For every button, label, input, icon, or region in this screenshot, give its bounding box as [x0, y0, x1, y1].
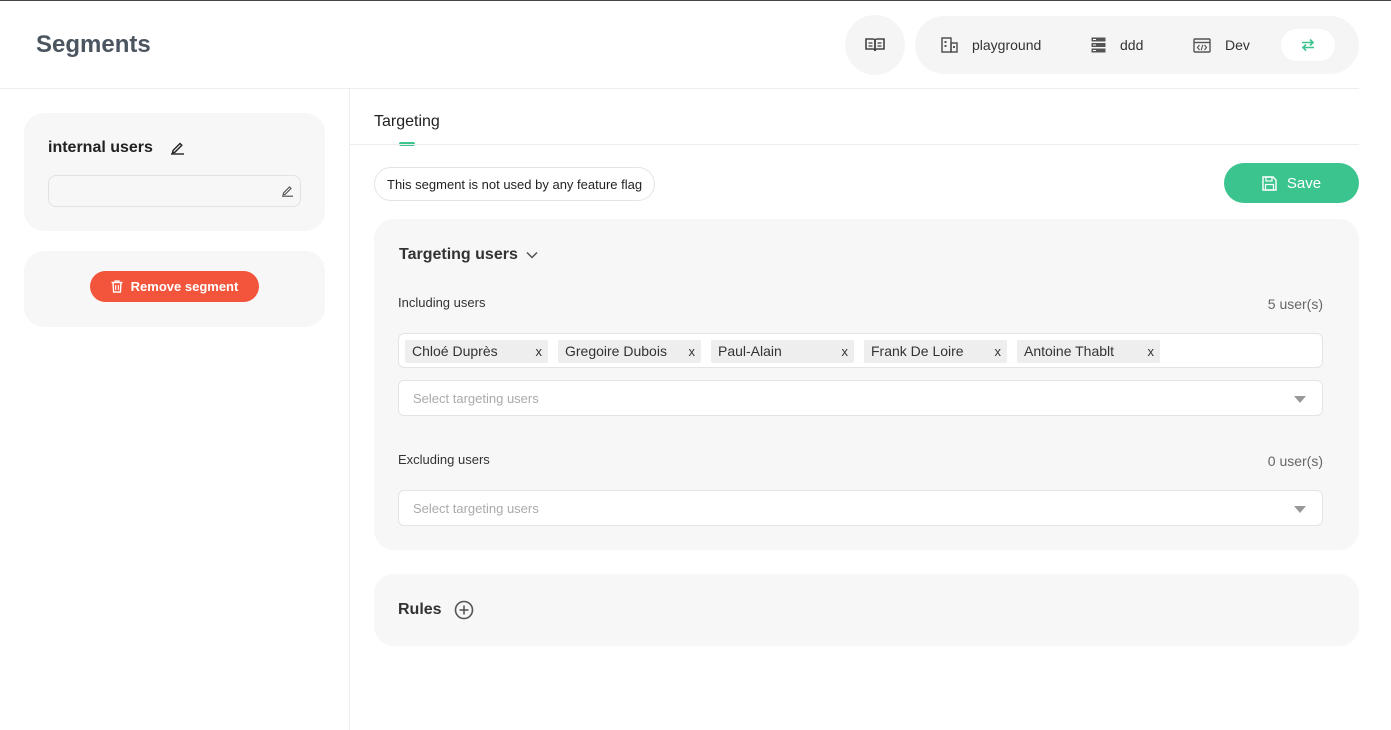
edit-description-button[interactable] — [281, 184, 294, 202]
book-open-icon — [865, 38, 885, 52]
context-selector: playground ddd Dev — [915, 16, 1359, 74]
environment-name: Dev — [1225, 37, 1250, 53]
tabs-divider — [350, 144, 1359, 145]
segment-usage-badge: This segment is not used by any feature … — [374, 167, 656, 201]
project-selector[interactable]: playground — [941, 16, 1041, 74]
remove-user-icon[interactable]: x — [536, 340, 543, 363]
server-icon — [1091, 37, 1106, 53]
excluding-users-label: Excluding users — [398, 452, 490, 467]
excluding-users-select[interactable]: Select targeting users — [398, 490, 1323, 526]
remove-user-icon[interactable]: x — [1148, 340, 1155, 363]
including-users-tags[interactable]: Chloé Duprès x Gregoire Dubois x Paul-Al… — [398, 333, 1323, 368]
user-tag: Paul-Alain x — [711, 340, 854, 363]
user-tag-label: Paul-Alain — [718, 343, 782, 359]
rules-title: Rules — [398, 601, 442, 618]
including-users-label: Including users — [398, 295, 486, 310]
plus-circle-icon — [454, 600, 474, 620]
environment-selector[interactable]: Dev — [1193, 16, 1250, 74]
user-tag-label: Antoine Thablt — [1024, 343, 1115, 359]
remove-segment-card: Remove segment — [24, 251, 325, 327]
swap-arrows-icon — [1301, 38, 1315, 52]
user-tag: Frank De Loire x — [864, 340, 1007, 363]
remove-user-icon[interactable]: x — [995, 340, 1002, 363]
select-placeholder: Select targeting users — [413, 501, 539, 516]
segment-name: internal users — [48, 139, 153, 156]
save-button[interactable]: Save — [1224, 163, 1359, 203]
targeting-users-title: Targeting users — [399, 246, 518, 263]
environment-group-name: ddd — [1120, 37, 1144, 53]
code-window-icon — [1193, 37, 1211, 53]
user-tag: Chloé Duprès x — [405, 340, 548, 363]
remove-segment-button[interactable]: Remove segment — [90, 271, 259, 302]
docs-button[interactable] — [845, 15, 905, 75]
remove-user-icon[interactable]: x — [842, 340, 849, 363]
user-tag: Gregoire Dubois x — [558, 340, 701, 363]
pencil-icon — [171, 142, 184, 155]
environment-group-selector[interactable]: ddd — [1091, 16, 1143, 74]
excluding-users-count: 0 user(s) — [1267, 453, 1323, 469]
page-title: Segments — [36, 31, 151, 58]
including-users-select[interactable]: Select targeting users — [398, 380, 1323, 416]
switch-context-button[interactable] — [1281, 29, 1335, 61]
tab-targeting[interactable]: Targeting — [374, 113, 440, 131]
caret-down-icon — [1294, 396, 1306, 403]
user-tag-label: Frank De Loire — [871, 343, 964, 359]
select-placeholder: Select targeting users — [413, 391, 539, 406]
including-users-count: 5 user(s) — [1267, 296, 1323, 312]
user-tag: Antoine Thablt x — [1017, 340, 1160, 363]
header-divider — [0, 88, 1359, 89]
sidebar-divider — [349, 89, 350, 730]
chevron-down-icon — [526, 251, 538, 259]
pencil-icon — [282, 186, 293, 197]
user-tag-label: Chloé Duprès — [412, 343, 498, 359]
top-header: Segments playground ddd Dev — [0, 1, 1391, 89]
segment-description-field[interactable] — [48, 175, 301, 207]
rules-card: Rules — [374, 574, 1359, 646]
segment-info-card: internal users — [24, 113, 325, 231]
caret-down-icon — [1294, 506, 1306, 513]
remove-user-icon[interactable]: x — [689, 340, 696, 363]
add-rule-button[interactable] — [454, 600, 474, 625]
trash-icon — [111, 280, 123, 293]
building-icon — [941, 37, 958, 53]
edit-segment-name-button[interactable] — [170, 140, 185, 160]
project-name: playground — [972, 37, 1042, 53]
user-tag-label: Gregoire Dubois — [565, 343, 667, 359]
targeting-users-toggle[interactable]: Targeting users — [399, 246, 538, 264]
floppy-disk-icon — [1262, 175, 1277, 191]
remove-segment-label: Remove segment — [130, 279, 239, 294]
save-label: Save — [1286, 174, 1322, 192]
targeting-users-card: Targeting users Including users 5 user(s… — [374, 219, 1359, 550]
